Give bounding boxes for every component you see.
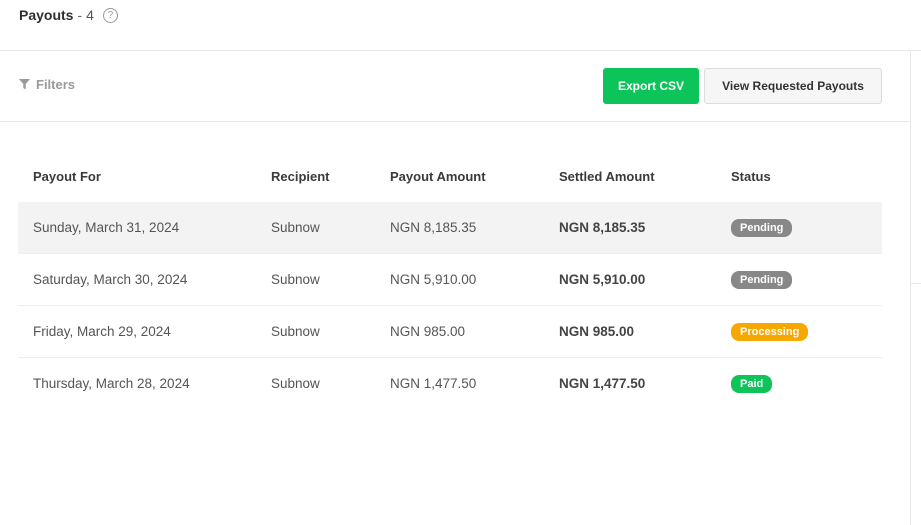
recipient: Subnow: [271, 376, 320, 391]
panel-divider-tick: [910, 283, 921, 284]
column-header-settled-amount[interactable]: Settled Amount: [559, 150, 731, 202]
export-csv-button[interactable]: Export CSV: [603, 68, 699, 104]
page-header: Payouts - 4 ?: [0, 0, 921, 51]
settled-amount: NGN 8,185.35: [559, 202, 731, 254]
page-title: Payouts: [19, 7, 74, 23]
view-requested-payouts-button[interactable]: View Requested Payouts: [704, 68, 882, 104]
recipient: Subnow: [271, 202, 390, 254]
column-header-payout-amount[interactable]: Payout Amount: [390, 150, 559, 202]
table-row[interactable]: Sunday, March 31, 2024 Subnow NGN 8,185.…: [18, 202, 882, 254]
status-cell: Pending: [731, 253, 882, 306]
payout-amount: NGN 1,477.50: [390, 376, 477, 391]
status-cell: Paid: [731, 358, 882, 410]
status-badge: Pending: [731, 270, 793, 289]
payout-date: Friday, March 29, 2024: [18, 305, 271, 358]
column-header-status[interactable]: Status: [731, 150, 882, 202]
settled-amount: NGN 985.00: [559, 305, 731, 358]
filter-bar: Filters Export CSV View Requested Payout…: [0, 51, 910, 122]
status-badge: Pending: [731, 218, 793, 237]
payout-amount: NGN 8,185.35: [390, 202, 559, 254]
filter-icon: [19, 79, 30, 90]
title-separator: -: [77, 7, 83, 23]
payout-count: 4: [86, 7, 94, 23]
status-cell: Pending: [731, 202, 882, 254]
settled-amount: NGN 5,910.00: [559, 253, 731, 306]
title-group: Payouts - 4 ?: [19, 7, 118, 23]
table-row[interactable]: Thursday, March 28, 2024 Subnow NGN 1,47…: [18, 358, 882, 410]
status-badge: Paid: [731, 374, 773, 393]
table-header-row: Payout For Recipient Payout Amount Settl…: [18, 150, 882, 202]
payouts-table: Payout For Recipient Payout Amount Settl…: [18, 150, 882, 409]
payout-date: Saturday, March 30, 2024: [18, 253, 271, 306]
table-row[interactable]: Friday, March 29, 2024 Subnow NGN 985.00…: [18, 305, 882, 358]
column-header-payout-for[interactable]: Payout For: [18, 150, 271, 202]
payout-date: Thursday, March 28, 2024: [33, 376, 190, 391]
recipient: Subnow: [271, 253, 390, 306]
settled-amount: NGN 1,477.50: [559, 376, 646, 391]
table-row[interactable]: Saturday, March 30, 2024 Subnow NGN 5,91…: [18, 253, 882, 306]
status-cell: Processing: [731, 305, 882, 358]
payout-amount: NGN 5,910.00: [390, 253, 559, 306]
payout-date: Sunday, March 31, 2024: [18, 202, 271, 254]
status-badge: Processing: [731, 322, 809, 341]
help-icon[interactable]: ?: [102, 7, 118, 23]
recipient: Subnow: [271, 305, 390, 358]
column-header-recipient[interactable]: Recipient: [271, 150, 390, 202]
panel-divider: [910, 51, 911, 525]
filters-label: Filters: [36, 77, 76, 92]
payout-amount: NGN 985.00: [390, 305, 559, 358]
filters-button[interactable]: Filters: [19, 77, 75, 92]
